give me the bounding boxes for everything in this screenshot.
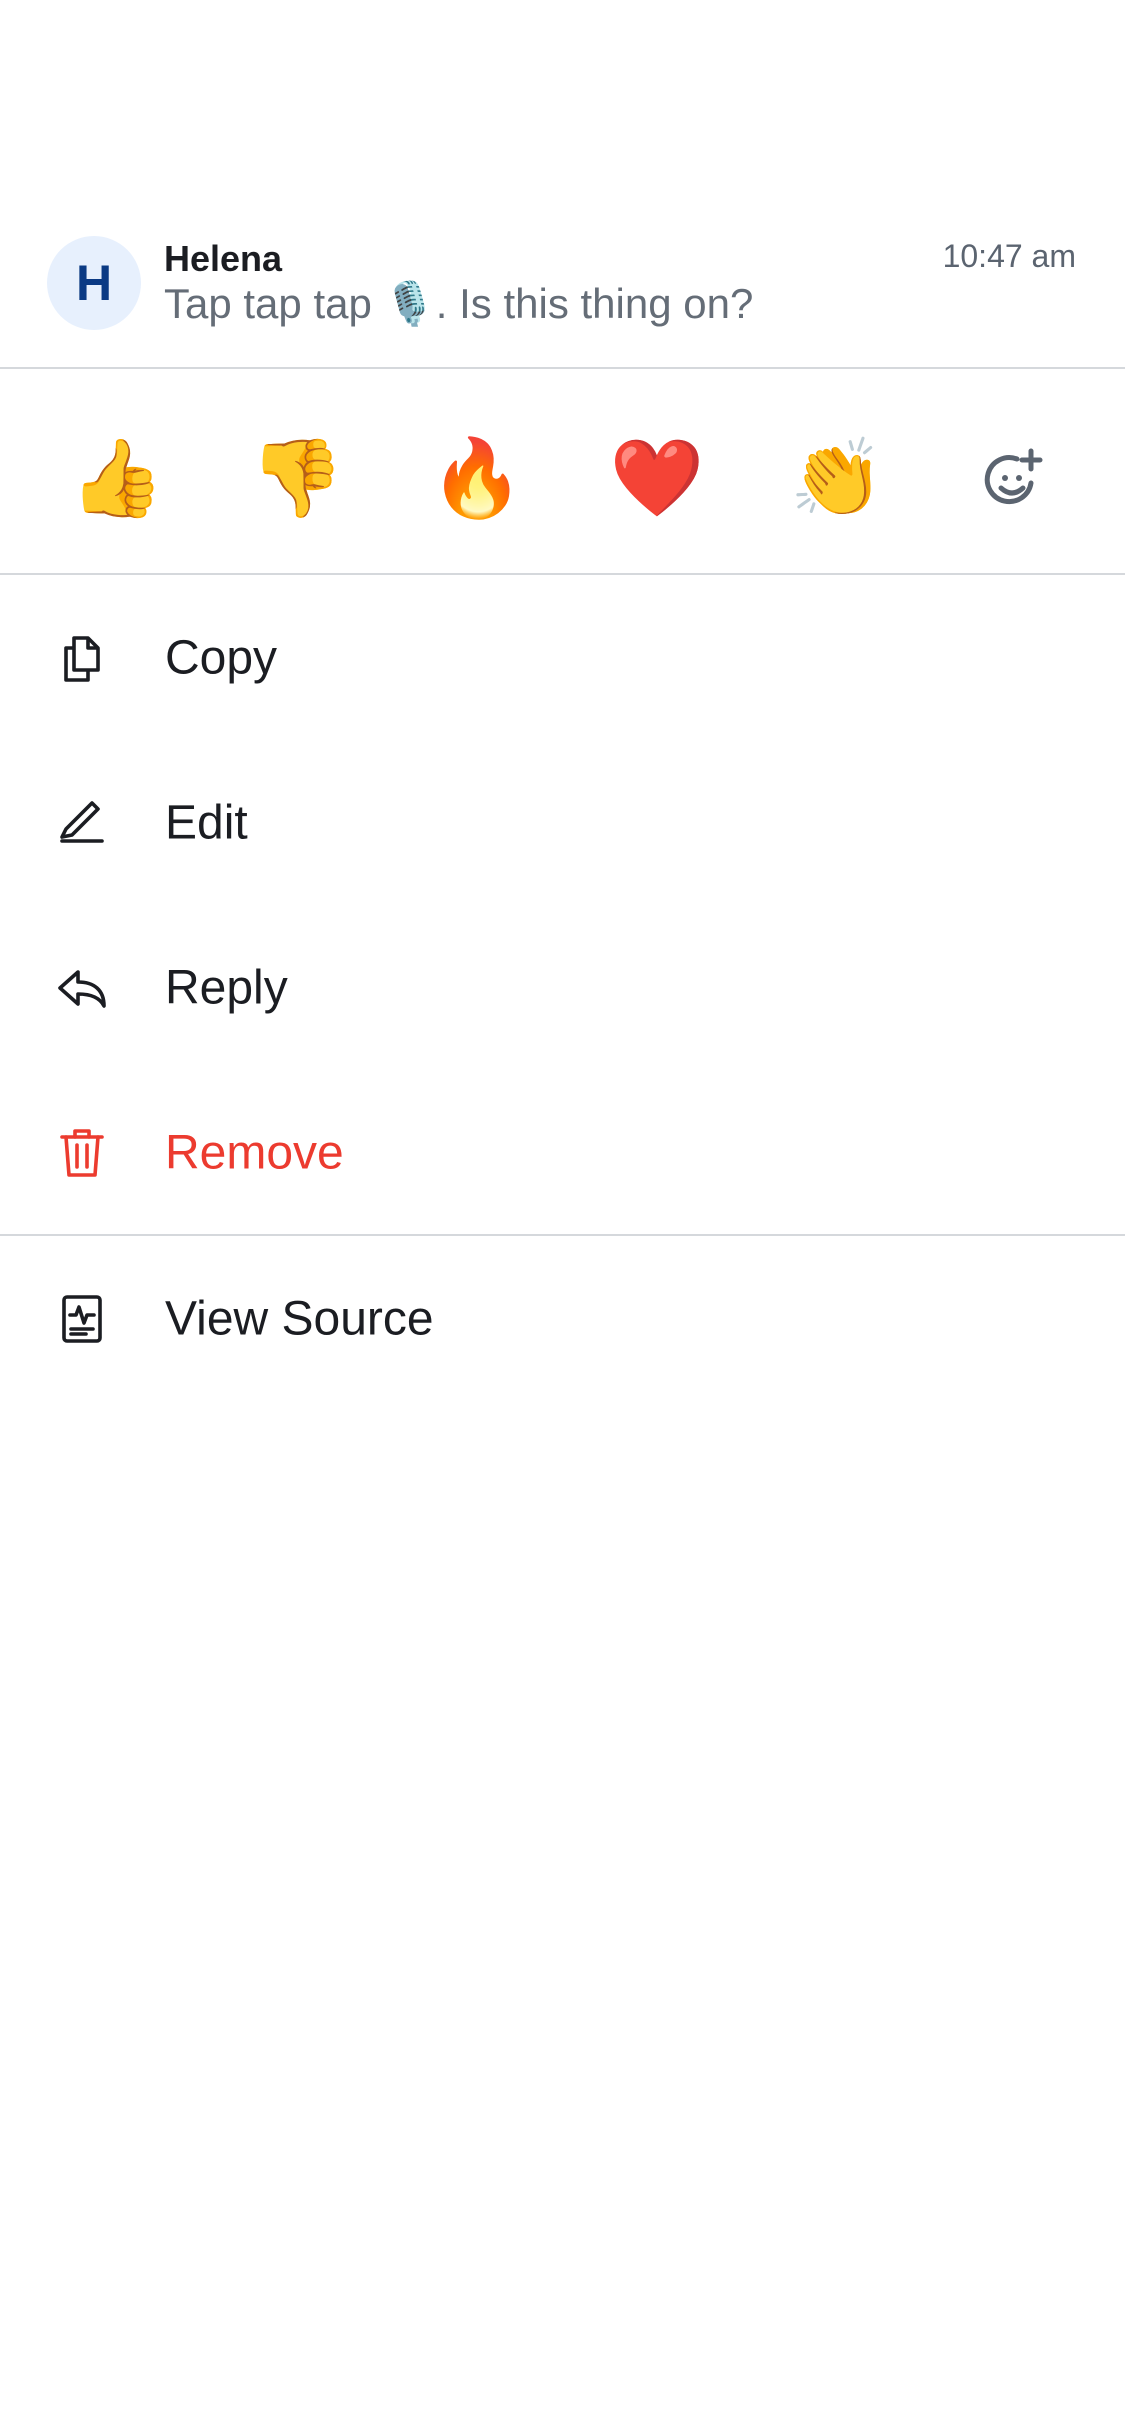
reaction-heart[interactable]: ❤️ xyxy=(607,429,707,529)
remove-label: Remove xyxy=(165,1126,344,1179)
reply-icon xyxy=(54,960,110,1016)
quick-reactions: 👍 👎 🔥 ❤️ 👏 xyxy=(0,369,1125,573)
message-body: Tap tap tap 🎙️. Is this thing on? xyxy=(164,280,754,327)
add-reaction-button[interactable] xyxy=(963,429,1063,529)
trash-icon xyxy=(54,1125,110,1181)
reaction-clap[interactable]: 👏 xyxy=(787,429,887,529)
emoji-add-icon xyxy=(984,448,1043,505)
copy-icon xyxy=(54,630,110,686)
message-actions-sheet: H Helena 10:47 am Tap tap tap 🎙️. Is thi… xyxy=(0,0,1125,2436)
copy-label: Copy xyxy=(165,631,278,684)
avatar: H xyxy=(47,236,141,330)
copy-menu-item[interactable]: Copy xyxy=(0,575,1125,740)
reaction-thumbs-down[interactable]: 👎 xyxy=(247,429,347,529)
reply-label: Reply xyxy=(165,961,288,1014)
sender-name: Helena xyxy=(164,238,283,279)
message-timestamp: 10:47 am xyxy=(942,238,1076,274)
source-icon xyxy=(54,1291,110,1347)
reply-menu-item[interactable]: Reply xyxy=(0,905,1125,1070)
pencil-icon xyxy=(54,795,110,851)
edit-label: Edit xyxy=(165,796,248,849)
edit-menu-item[interactable]: Edit xyxy=(0,740,1125,905)
reaction-fire[interactable]: 🔥 xyxy=(427,429,527,529)
view-source-menu-item[interactable]: View Source xyxy=(0,1236,1125,1401)
message-preview: H Helena 10:47 am Tap tap tap 🎙️. Is thi… xyxy=(0,0,1125,368)
view-source-label: View Source xyxy=(165,1292,434,1345)
remove-menu-item[interactable]: Remove xyxy=(0,1070,1125,1235)
reaction-thumbs-up[interactable]: 👍 xyxy=(67,429,167,529)
